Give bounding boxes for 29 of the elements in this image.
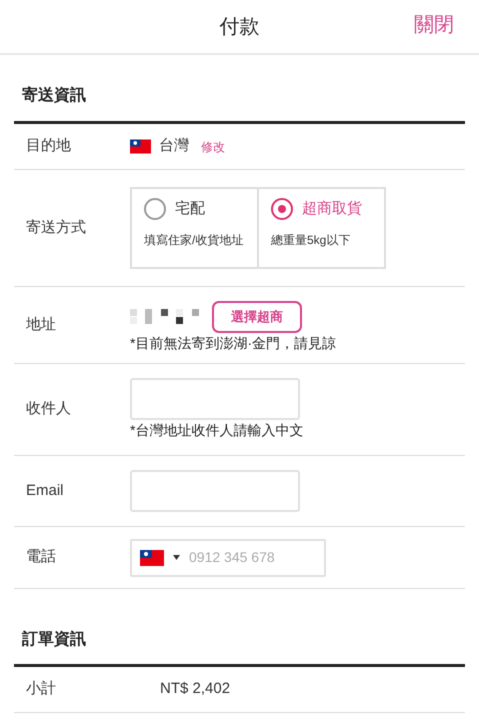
taiwan-flag-icon [130,139,151,154]
field-label: Email [25,480,65,501]
taiwan-flag-icon [140,550,164,566]
section-title: 寄送資訊 [22,85,86,106]
subtotal-value: NT$ 2,402 [159,679,232,700]
field-label: 目的地 [25,136,72,156]
edit-link[interactable]: 修改 [201,138,225,156]
country-name: 台灣 [159,136,189,156]
shipping-option[interactable]: 超商取貨 總重量5kg以下 [257,187,386,269]
field-label: 收件人 [25,399,72,420]
field-label: 小計 [25,679,57,700]
select-store-button[interactable]: 選擇超商 [212,300,302,332]
field-label: 寄送方式 [25,218,87,238]
radio-icon [144,198,166,220]
page-title: 付款 [220,14,260,40]
shipping-option[interactable]: 宅配 填寫住家/收貨地址 [130,187,259,269]
close-button[interactable]: 關閉 [414,10,454,40]
text-input-field[interactable] [130,470,300,512]
field-note: *台灣地址收件人請輸入中文 [130,421,304,440]
field-label: 電話 [25,547,57,568]
address-note: *目前無法寄到澎湖·金門，請見諒 [130,334,338,352]
section-title: 訂單資訊 [22,629,86,650]
text-input-field[interactable] [130,378,300,420]
field-label: 地址 [25,314,57,335]
radio-icon [271,198,293,220]
dropdown-caret-icon [173,555,180,560]
phone-number-input[interactable]: 0912 345 678 [189,547,309,568]
blurred-address-icon [130,308,200,324]
phone-field[interactable]: 0912 345 678 [130,538,326,576]
